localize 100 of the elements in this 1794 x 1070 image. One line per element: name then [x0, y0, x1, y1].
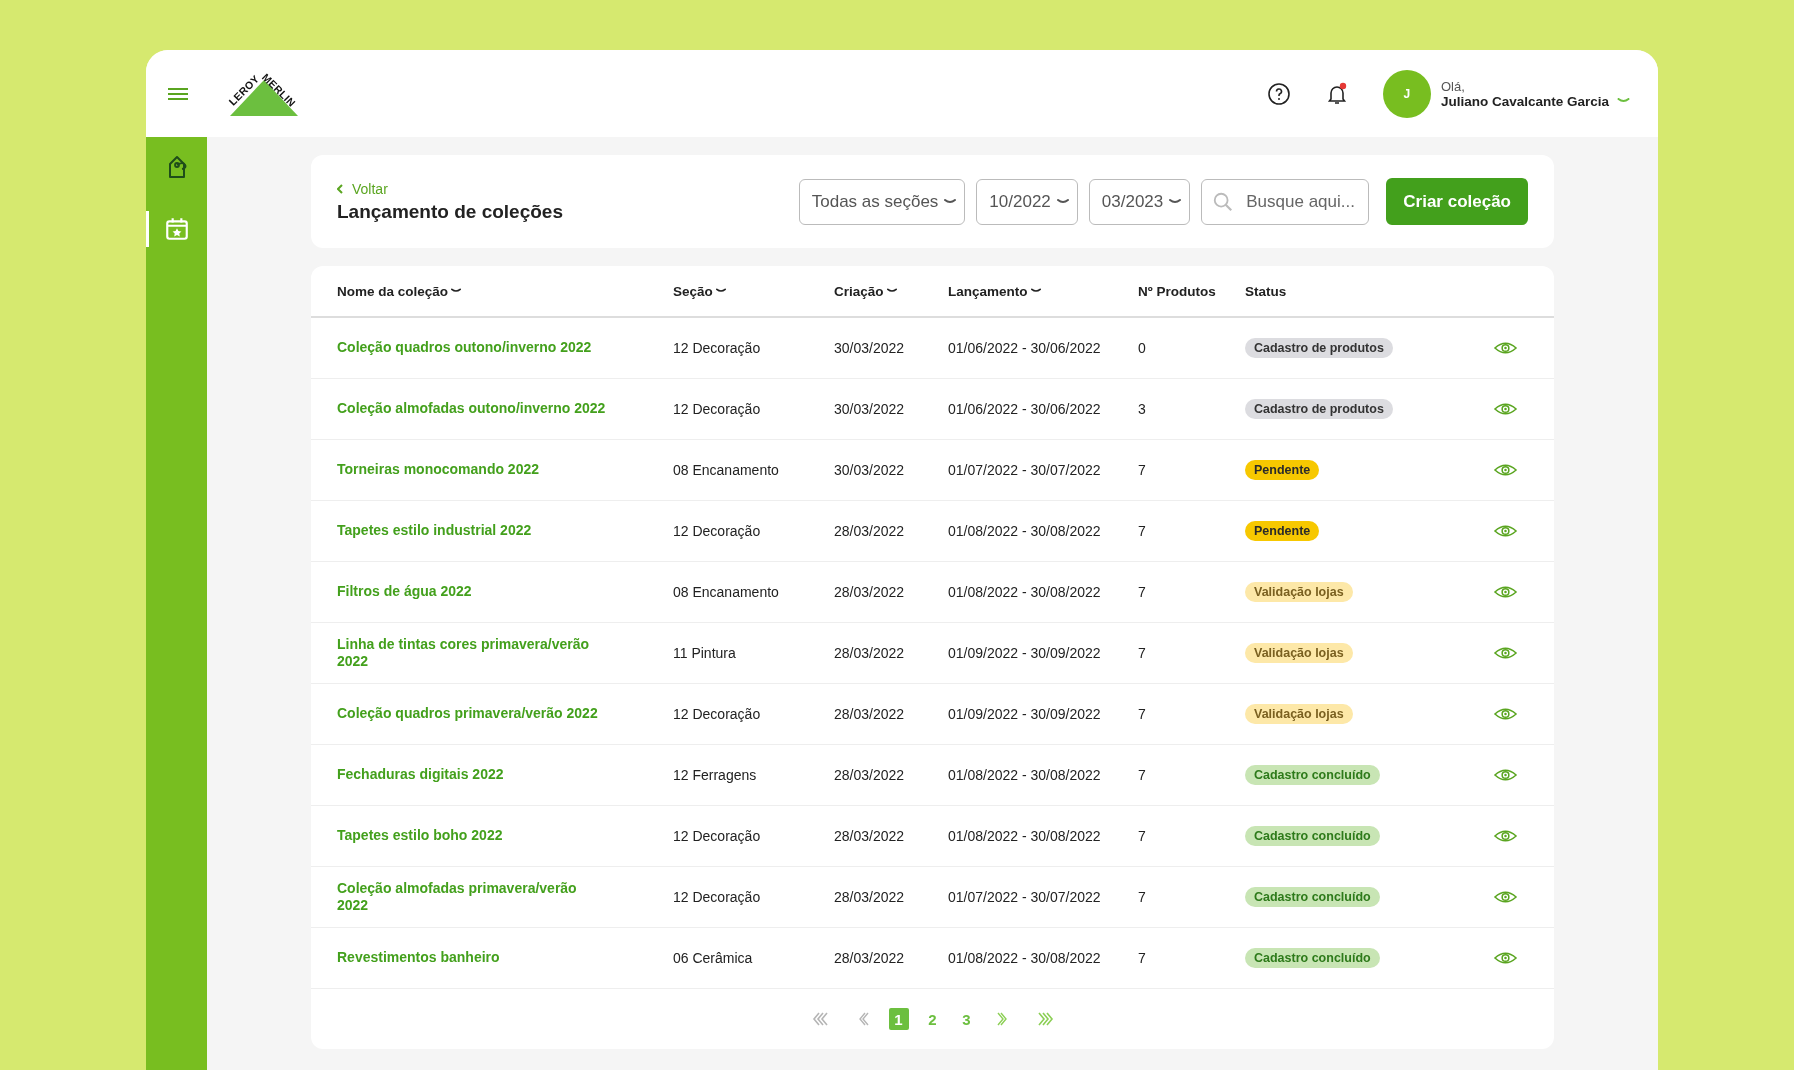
table-cell-text: 12 Decoração: [673, 401, 762, 417]
collection-link[interactable]: Coleção almofadas primavera/verão 2022: [337, 879, 609, 915]
status-badge: Cadastro concluído: [1245, 948, 1380, 968]
table-cell-text: 28/03/2022: [834, 889, 906, 905]
table-cell-text: 28/03/2022: [834, 828, 906, 844]
eye-icon[interactable]: [1494, 463, 1517, 477]
chevron-icon: [1169, 198, 1182, 205]
table-cell-text: 7: [1138, 889, 1147, 905]
user-name[interactable]: Juliano Cavalcante Garcia: [1440, 93, 1609, 109]
page-button[interactable]: 3: [956, 1008, 977, 1030]
column-header[interactable]: Lançamento: [948, 283, 1138, 299]
collection-link[interactable]: Revestimentos banheiro: [337, 949, 609, 967]
filter-dropdown[interactable]: 10/2022: [976, 178, 1078, 225]
menu-icon[interactable]: [166, 85, 190, 102]
table-cell-text: 28/03/2022: [834, 767, 906, 783]
eye-icon[interactable]: [1494, 707, 1517, 721]
table-cell-text: 08 Encanamento: [673, 462, 780, 478]
collection-link[interactable]: Tapetes estilo industrial 2022: [337, 522, 609, 540]
chevron-icon[interactable]: [1617, 98, 1630, 104]
status-badge: Cadastro de produtos: [1245, 399, 1393, 419]
table-cell-text: 01/08/2022 - 30/08/2022: [948, 950, 1102, 966]
back-link[interactable]: Voltar: [337, 180, 388, 197]
status-badge: Cadastro de produtos: [1245, 338, 1393, 358]
column-header: Nº Produtos: [1138, 283, 1217, 299]
table-cell-text: 30/03/2022: [834, 462, 906, 478]
table-cell-text: 11 Pintura: [673, 645, 737, 661]
table-cell-text: 7: [1138, 462, 1147, 478]
table-cell-text: 01/07/2022 - 30/07/2022: [948, 462, 1102, 478]
table-cell-text: 01/09/2022 - 30/09/2022: [948, 706, 1102, 722]
page-button[interactable]: 2: [922, 1008, 943, 1030]
table-cell-text: 28/03/2022: [834, 584, 906, 600]
collection-link[interactable]: Coleção almofadas outono/inverno 2022: [337, 400, 609, 418]
table-cell-text: 7: [1138, 645, 1147, 661]
status-badge: Validação lojas: [1245, 643, 1353, 663]
table-cell-text: 12 Decoração: [673, 889, 762, 905]
table-cell-text: 12 Decoração: [673, 706, 762, 722]
collection-link[interactable]: Coleção quadros outono/inverno 2022: [337, 339, 609, 357]
calendar-star-icon[interactable]: [163, 216, 190, 242]
sort-icon[interactable]: [886, 288, 897, 294]
eye-icon[interactable]: [1494, 341, 1517, 355]
table-cell-text: 3: [1138, 401, 1147, 417]
create-collection-button[interactable]: Criar coleção: [1386, 178, 1528, 225]
table-cell-text: 30/03/2022: [834, 340, 906, 356]
sort-icon[interactable]: [1030, 288, 1041, 294]
table-cell-text: 0: [1138, 340, 1147, 356]
table-cell-text: 7: [1138, 584, 1147, 600]
search-field[interactable]: Busque aqui...: [1201, 178, 1370, 225]
status-badge: Cadastro concluído: [1245, 887, 1380, 907]
status-badge: Cadastro concluído: [1245, 826, 1380, 846]
table-cell-text: 01/06/2022 - 30/06/2022: [948, 401, 1102, 417]
page-title: Lançamento de coleções: [337, 200, 564, 223]
table-cell-text: 01/06/2022 - 30/06/2022: [948, 340, 1102, 356]
collection-link[interactable]: Coleção quadros primavera/verão 2022: [337, 705, 609, 723]
status-badge: Pendente: [1245, 460, 1320, 480]
table-cell-text: 06 Cerâmica: [673, 950, 754, 966]
filter-dropdown[interactable]: Todas as seções: [798, 178, 966, 225]
table-cell-text: 7: [1138, 828, 1147, 844]
column-header[interactable]: Seção: [673, 283, 834, 299]
eye-icon[interactable]: [1494, 585, 1517, 599]
table-cell-text: 01/08/2022 - 30/08/2022: [948, 767, 1102, 783]
greeting-text: Olá,: [1440, 78, 1466, 94]
eye-icon[interactable]: [1494, 768, 1517, 782]
column-header[interactable]: Criação: [834, 283, 948, 299]
table-cell-text: 01/08/2022 - 30/08/2022: [948, 523, 1102, 539]
chevron-icon: [944, 198, 957, 205]
filter-dropdown[interactable]: 03/2023: [1088, 178, 1191, 225]
sort-icon[interactable]: [451, 288, 462, 294]
table-cell-text: 08 Encanamento: [673, 584, 780, 600]
table-cell-text: 7: [1138, 523, 1147, 539]
eye-icon[interactable]: [1494, 402, 1517, 416]
column-header: Status: [1245, 283, 1288, 299]
eye-icon[interactable]: [1494, 890, 1517, 904]
table-cell-text: 01/09/2022 - 30/09/2022: [948, 645, 1102, 661]
table-cell-text: 7: [1138, 767, 1147, 783]
chevron-icon: [1056, 198, 1069, 205]
column-header[interactable]: Nome da coleção: [337, 283, 673, 299]
table-cell-text: 12 Decoração: [673, 828, 762, 844]
sort-icon[interactable]: [715, 288, 726, 294]
table-cell-text: 12 Decoração: [673, 523, 762, 539]
collection-link[interactable]: Linha de tintas cores primavera/verão 2022: [337, 635, 609, 671]
table-cell-text: 01/08/2022 - 30/08/2022: [948, 828, 1102, 844]
table-cell-text: 28/03/2022: [834, 645, 906, 661]
collection-link[interactable]: Tapetes estilo boho 2022: [337, 827, 609, 845]
table-cell-text: 7: [1138, 706, 1147, 722]
table-cell-text: 7: [1138, 950, 1147, 966]
eye-icon[interactable]: [1494, 951, 1517, 965]
table-cell-text: 12 Decoração: [673, 340, 762, 356]
page-button[interactable]: 1: [888, 1008, 909, 1030]
collection-link[interactable]: Filtros de água 2022: [337, 583, 609, 601]
collection-link[interactable]: Torneiras monocomando 2022: [337, 461, 609, 479]
help-icon[interactable]: [1266, 81, 1291, 106]
avatar[interactable]: J: [1382, 69, 1431, 118]
eye-icon[interactable]: [1494, 524, 1517, 538]
table-cell-text: 30/03/2022: [834, 401, 906, 417]
table-cell-text: 12 Ferragens: [673, 767, 758, 783]
eye-icon[interactable]: [1494, 646, 1517, 660]
collection-link[interactable]: Fechaduras digitais 2022: [337, 766, 609, 784]
eye-icon[interactable]: [1494, 829, 1517, 843]
table-cell-text: 28/03/2022: [834, 523, 906, 539]
table-cell-text: 28/03/2022: [834, 706, 906, 722]
